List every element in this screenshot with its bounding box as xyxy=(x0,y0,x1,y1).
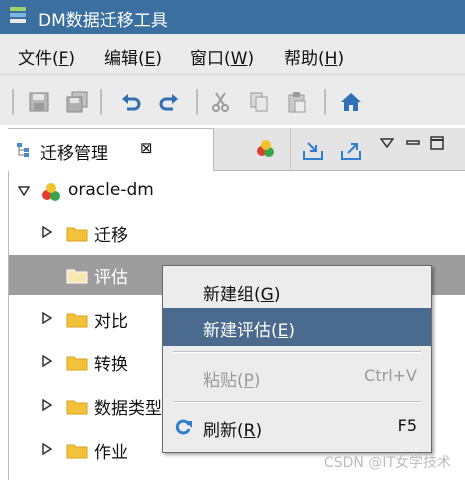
watermark: CSDN @IT女学技术 xyxy=(323,455,451,471)
export-icon[interactable] xyxy=(340,139,362,161)
tree-item-jobs[interactable]: 作业 xyxy=(14,430,164,470)
save-icon[interactable] xyxy=(28,91,50,113)
view-menu-icon[interactable] xyxy=(380,138,394,148)
tree-root-oracle-dm[interactable]: oracle-dm xyxy=(14,172,454,212)
cut-icon[interactable] xyxy=(210,91,232,113)
expand-icon[interactable] xyxy=(42,443,52,455)
menu-separator xyxy=(173,401,421,403)
folder-icon xyxy=(66,400,88,415)
menu-file[interactable]: 文件(F) xyxy=(18,44,75,69)
paste-icon[interactable] xyxy=(286,91,308,113)
tree-label: 评估 xyxy=(94,268,128,288)
close-icon[interactable]: ⊠ xyxy=(140,139,153,157)
undo-icon[interactable] xyxy=(120,91,142,113)
expand-icon[interactable] xyxy=(42,399,52,411)
context-menu: 新建组(G) 新建评估(E) 粘贴(P) Ctrl+V 刷新(R) F5 xyxy=(162,265,432,453)
tree-item-data-types[interactable]: 数据类型 xyxy=(14,386,164,426)
folder-icon xyxy=(66,444,88,459)
toolbar-separator xyxy=(12,89,14,115)
tab-bar-separator xyxy=(290,128,291,170)
shortcut-paste: Ctrl+V xyxy=(364,366,417,385)
toolbar xyxy=(0,75,465,125)
import-icon[interactable] xyxy=(302,139,324,161)
maximize-icon[interactable] xyxy=(430,136,444,150)
home-icon[interactable] xyxy=(340,91,362,113)
database-connection-icon xyxy=(42,183,60,201)
menu-edit[interactable]: 编辑(E) xyxy=(104,44,162,69)
new-connection-icon[interactable] xyxy=(254,138,276,160)
expand-icon[interactable] xyxy=(42,226,52,238)
redo-icon[interactable] xyxy=(158,91,180,113)
title-bar: DM数据迁移工具 xyxy=(0,0,465,34)
tree-label: 迁移 xyxy=(94,226,128,246)
menu-separator xyxy=(173,351,421,353)
window-title: DM数据迁移工具 xyxy=(38,11,168,31)
tab-title: 迁移管理 xyxy=(40,144,108,164)
minimize-icon[interactable] xyxy=(406,138,420,148)
panel-tab-bar: 迁移管理 ⊠ xyxy=(8,128,465,171)
tab-migration-management[interactable]: 迁移管理 ⊠ xyxy=(8,128,214,171)
tree-item-convert[interactable]: 转换 xyxy=(14,342,164,382)
menu-item-new-group[interactable]: 新建组(G) xyxy=(163,272,431,310)
toolbar-separator xyxy=(196,89,198,115)
expand-icon[interactable] xyxy=(42,355,52,367)
tree-view-icon xyxy=(17,143,29,157)
tree-label: oracle-dm xyxy=(68,180,154,200)
menu-bar: 文件(F) 编辑(E) 窗口(W) 帮助(H) xyxy=(0,34,465,75)
toolbar-separator xyxy=(100,89,102,115)
folder-icon xyxy=(66,313,88,328)
tree-item-compare[interactable]: 对比 xyxy=(14,299,164,339)
shortcut-refresh: F5 xyxy=(397,416,417,435)
folder-icon xyxy=(66,356,88,371)
menu-help[interactable]: 帮助(H) xyxy=(284,44,344,69)
menu-item-paste[interactable]: 粘贴(P) Ctrl+V xyxy=(163,358,431,396)
app-icon xyxy=(10,7,26,25)
collapse-icon[interactable] xyxy=(18,186,30,196)
tree-label: 转换 xyxy=(94,355,128,375)
tree-item-migration[interactable]: 迁移 xyxy=(14,213,454,253)
folder-icon xyxy=(66,227,88,242)
folder-open-icon xyxy=(66,269,88,284)
save-all-icon[interactable] xyxy=(66,91,88,113)
refresh-icon xyxy=(175,419,192,435)
tree-label: 对比 xyxy=(94,312,128,332)
tree-label: 作业 xyxy=(94,443,128,463)
copy-icon[interactable] xyxy=(248,91,270,113)
menu-item-refresh[interactable]: 刷新(R) F5 xyxy=(163,408,431,446)
menu-item-new-assessment[interactable]: 新建评估(E) xyxy=(163,308,431,346)
toolbar-separator xyxy=(324,89,326,115)
expand-icon[interactable] xyxy=(42,312,52,324)
tree-label: 数据类型 xyxy=(94,399,162,419)
menu-window[interactable]: 窗口(W) xyxy=(190,44,254,69)
